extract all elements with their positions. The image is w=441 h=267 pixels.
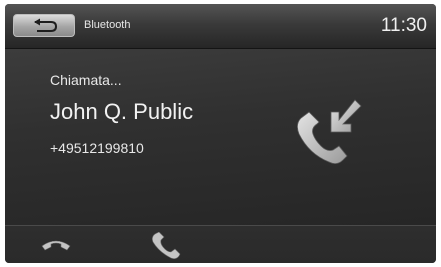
hang-up-button[interactable]: [5, 226, 105, 263]
accept-call-button[interactable]: [105, 226, 215, 263]
header-bar: Bluetooth 11:30: [5, 4, 436, 49]
hang-up-icon: [41, 240, 71, 251]
clock: 11:30: [380, 15, 427, 36]
phone-screen: Bluetooth 11:30 Chiamata... John Q. Publ…: [5, 4, 436, 263]
call-info-panel: Chiamata... John Q. Public +49512199810: [5, 49, 436, 225]
call-status: Chiamata...: [50, 72, 122, 88]
back-button[interactable]: [13, 14, 75, 37]
call-action-bar: [5, 225, 436, 263]
header-title: Bluetooth: [84, 19, 131, 31]
contact-name: John Q. Public: [50, 99, 194, 124]
incoming-call-icon: [297, 99, 362, 164]
return-arrow-icon: [34, 18, 58, 32]
accept-call-icon: [152, 232, 181, 259]
phone-number: +49512199810: [50, 140, 144, 156]
